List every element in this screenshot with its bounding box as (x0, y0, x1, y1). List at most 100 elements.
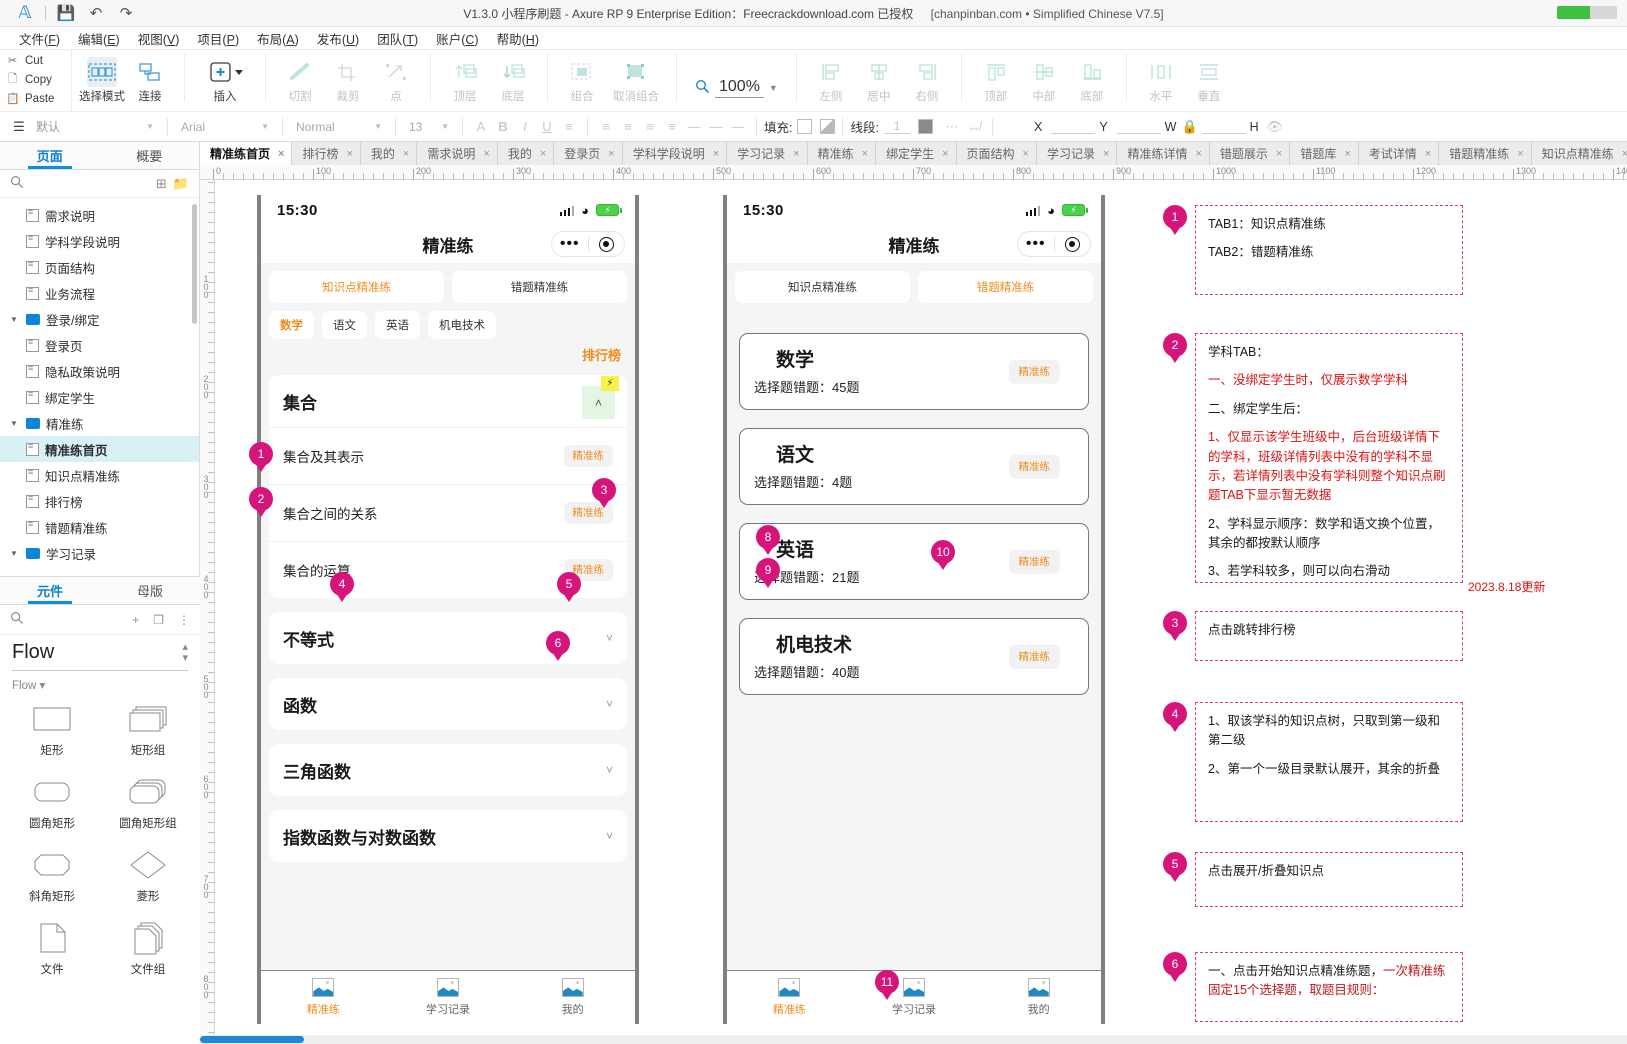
close-icon[interactable]: × (1344, 148, 1350, 160)
close-icon[interactable]: × (1103, 148, 1109, 160)
knowledge-row-1[interactable]: 集合及其表示 精准练 (269, 427, 627, 484)
fill-gradient-swatch[interactable] (820, 119, 836, 134)
close-target-icon[interactable] (1055, 236, 1091, 252)
subject-chip-chinese[interactable]: 语文 (322, 311, 367, 339)
add-library-icon[interactable]: + (132, 613, 139, 627)
phone-mock-knowledge[interactable]: 15:30 ◕ ⚡ 精准练 ••• 知识点精准练 错题精准练 数学 语文 英语 … (257, 195, 639, 1024)
close-icon[interactable]: × (1517, 148, 1523, 160)
wrong-card-english[interactable]: 英语 选择题错题：21题 精准练 (739, 523, 1089, 600)
close-icon[interactable]: × (1023, 148, 1029, 160)
wrong-card-math[interactable]: 数学 选择题错题：45题 精准练 (739, 333, 1089, 410)
menu-bar[interactable]: 文件(F) 编辑(E) 视图(V) 项目(P) 布局(A) 发布(U) 团队(T… (0, 27, 1627, 50)
bring-to-front-button[interactable]: 顶层 (441, 54, 489, 104)
search-icon[interactable] (10, 175, 24, 192)
canvas-horizontal-scrollbar[interactable] (200, 1035, 1627, 1044)
pin-marker-8[interactable]: 8 (756, 525, 780, 555)
knowledge-row-2[interactable]: 集合之间的关系 精准练 (269, 484, 627, 541)
pin-marker-10[interactable]: 10 (931, 540, 955, 570)
bottom-tab-record[interactable]: 学习记录 (852, 971, 977, 1024)
align-center-button[interactable]: 居中 (855, 54, 903, 104)
menu-item-project[interactable]: 项目(P) (188, 27, 248, 50)
line-dash-icon[interactable]: ⋯ (941, 119, 963, 135)
zoom-value[interactable]: 100% (715, 78, 764, 98)
pin-marker-5[interactable]: 5 (557, 572, 581, 602)
wechat-capsule[interactable]: ••• (1017, 231, 1091, 257)
tab-wrong-practice[interactable]: 错题精准练 (918, 271, 1093, 303)
connect-button[interactable]: 连接 (126, 54, 174, 104)
collapsed-header[interactable]: 不等式 ˅ (269, 612, 627, 664)
practice-button[interactable]: 精准练 (563, 444, 613, 468)
style-select[interactable]: 默认 ▼ (30, 117, 160, 137)
close-icon[interactable]: × (713, 148, 719, 160)
font-family-select[interactable]: Arial ▼ (175, 117, 275, 137)
underline-icon[interactable]: U (536, 119, 558, 134)
practice-button[interactable]: 精准练 (1008, 644, 1060, 669)
fill-color-swatch[interactable] (797, 119, 813, 134)
annotation-pin-3[interactable]: 3 (1163, 611, 1187, 641)
send-to-back-button[interactable]: 底层 (489, 54, 537, 104)
pages-scrollbar[interactable] (192, 204, 197, 324)
canvas-area[interactable]: 0 100 200 300 400 500 600 700 800 900 1000 1100 1200… (200, 165, 1627, 1044)
annotation-pin-4[interactable]: 4 (1163, 702, 1187, 732)
close-icon[interactable]: × (1195, 148, 1201, 160)
valign-top-icon[interactable]: ― (683, 119, 705, 134)
menu-item-account[interactable]: 账户(C) (427, 27, 487, 50)
tree-item-business-flow[interactable]: 业务流程 (0, 280, 199, 306)
widget-file[interactable]: 文件 (4, 915, 100, 982)
tab-pages[interactable]: 页面 (0, 142, 100, 169)
page-tab-page-structure[interactable]: 页面结构 × (956, 142, 1037, 165)
pin-marker-9[interactable]: 9 (756, 558, 780, 588)
tree-folder-precision-practice[interactable]: ▼ 精准练 (0, 410, 199, 436)
crop-button[interactable]: 裁剪 (324, 54, 372, 104)
widget-rectangle[interactable]: 矩形 (4, 696, 100, 763)
insert-button[interactable]: 插入 (195, 54, 255, 104)
menu-item-edit[interactable]: 编辑(E) (69, 27, 129, 50)
design-board[interactable]: 15:30 ◕ ⚡ 精准练 ••• 知识点精准练 错题精准练 数学 语文 英语 … (215, 180, 1627, 1044)
widget-octagon[interactable]: 斜角矩形 (4, 842, 100, 909)
chevron-down-icon[interactable]: ▼ (769, 83, 778, 93)
bottom-tab-mine[interactable]: 我的 (510, 971, 635, 1024)
tree-item-page-structure[interactable]: 页面结构 (0, 254, 199, 280)
subject-chip-electro[interactable]: 机电技术 (428, 311, 496, 339)
redo-icon[interactable]: ↷ (111, 0, 141, 27)
align-text-justify-icon[interactable]: ≡ (661, 119, 683, 134)
bottom-tab-practice[interactable]: 精准练 (727, 971, 852, 1024)
selection-mode-button[interactable]: 选择模式 (78, 54, 126, 104)
collapsed-header[interactable]: 三角函数 ˅ (269, 744, 627, 796)
tree-item-bind-student[interactable]: 绑定学生 (0, 384, 199, 410)
tree-item-login-page[interactable]: 登录页 (0, 332, 199, 358)
close-icon[interactable]: × (793, 148, 799, 160)
page-tab-precision-detail[interactable]: 精准练详情 × (1117, 142, 1210, 165)
close-icon[interactable]: × (1276, 148, 1282, 160)
more-options-icon[interactable]: ⋮ (178, 613, 190, 627)
close-icon[interactable]: × (483, 148, 489, 160)
page-tab-login[interactable]: 登录页 × (554, 142, 623, 165)
more-dots-icon[interactable]: ••• (1018, 236, 1054, 251)
tree-item-subject-stage[interactable]: 学科学段说明 (0, 228, 199, 254)
menu-item-layout[interactable]: 布局(A) (248, 27, 308, 50)
close-icon[interactable]: × (942, 148, 948, 160)
library-group-header[interactable]: Flow ▾ (0, 671, 200, 694)
y-input[interactable] (1116, 119, 1161, 134)
practice-button[interactable]: 精准练 (1008, 549, 1060, 574)
chevron-updown-icon[interactable]: ▴ ▾ (182, 641, 188, 664)
annotation-pin-2[interactable]: 2 (1163, 333, 1187, 363)
wrong-card-chinese[interactable]: 语文 选择题错题：4题 精准练 (739, 428, 1089, 505)
close-icon[interactable]: × (540, 148, 546, 160)
align-right-button[interactable]: 右侧 (903, 54, 951, 104)
bold-icon[interactable]: B (492, 119, 514, 134)
italic-icon[interactable]: I (514, 119, 536, 134)
line-width-input[interactable]: 1 (883, 119, 910, 134)
bottom-tab-practice[interactable]: 精准练 (261, 971, 386, 1024)
bottom-tab-record[interactable]: 学习记录 (386, 971, 511, 1024)
align-text-center-icon[interactable]: ≡ (617, 119, 639, 134)
practice-button[interactable]: 精准练 (1008, 454, 1060, 479)
w-input[interactable] (1201, 119, 1246, 134)
font-size-select[interactable]: 13 ▼ (403, 117, 455, 137)
knowledge-card-header[interactable]: 集合 ⚡ ˄ (269, 375, 627, 427)
bottom-tab-mine[interactable]: 我的 (976, 971, 1101, 1024)
library-select[interactable]: Flow ▴ ▾ (12, 641, 188, 671)
close-icon[interactable]: × (278, 148, 284, 160)
menu-item-file[interactable]: 文件(F) (10, 27, 69, 50)
close-icon[interactable]: × (608, 148, 614, 160)
